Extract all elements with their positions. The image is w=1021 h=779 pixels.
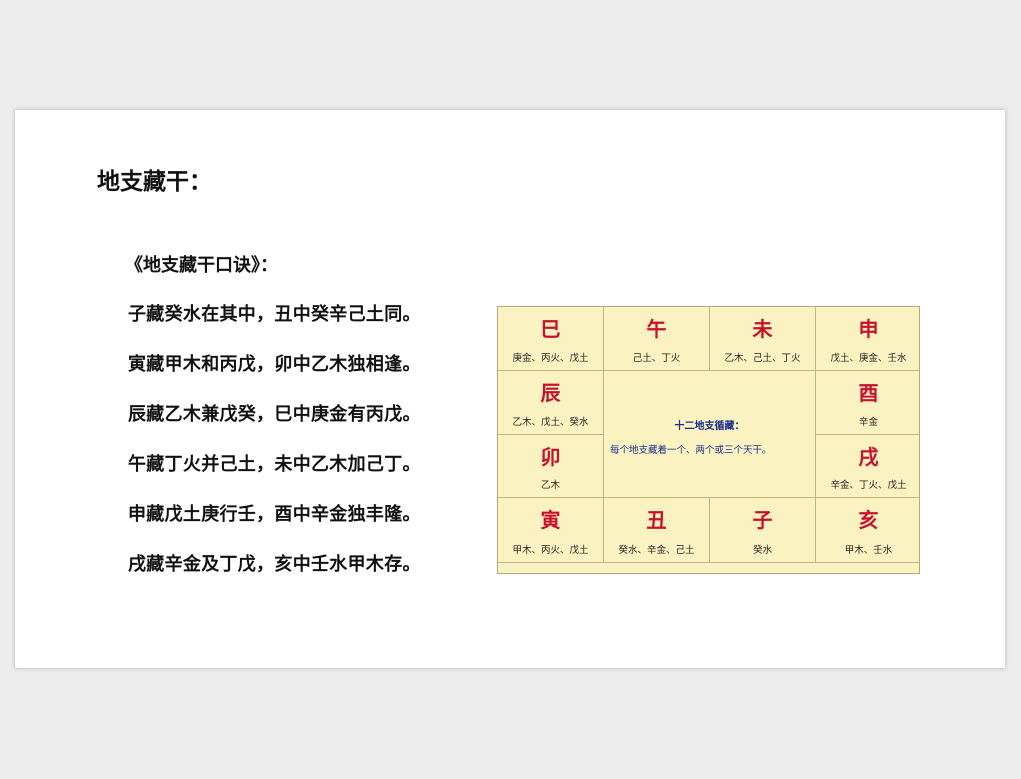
branch-name: 巳: [540, 317, 561, 341]
poem-line: 寅藏甲木和丙戊，卯中乙木独相逢。: [128, 354, 421, 375]
chart-center-note: 十二地支循藏： 每个地支藏着一个、两个或三个天干。: [604, 371, 816, 498]
branch-name: 丑: [646, 508, 667, 532]
branch-cell-chen: 辰 乙木、戊土、癸水: [498, 371, 604, 435]
branch-cell-chou: 丑 癸水、辛金、己土: [604, 498, 710, 563]
hidden-stems: 癸水: [752, 545, 772, 556]
branch-name: 子: [752, 508, 773, 532]
branch-name: 辰: [540, 381, 561, 405]
branch-name: 戌: [858, 445, 879, 469]
branch-cell-shen: 申 戊土、庚金、壬水: [816, 307, 919, 371]
earthly-branches-chart: 巳 庚金、丙火、戊土 午 己土、丁火 未 乙木、己土、丁火 申 戊土、庚金、壬水…: [497, 306, 920, 574]
poem-line: 子藏癸水在其中，丑中癸辛己土同。: [128, 304, 421, 325]
chart-center-description: 每个地支藏着一个、两个或三个天干。: [610, 445, 772, 456]
branch-cell-yin: 寅 甲木、丙火、戊土: [498, 498, 604, 563]
branch-name: 亥: [858, 508, 879, 532]
poem-line: 午藏丁火并己土，未中乙木加己丁。: [128, 454, 421, 475]
hidden-stems: 己土、丁火: [632, 353, 681, 364]
branch-cell-wei: 未 乙木、己土、丁火: [710, 307, 816, 371]
branch-name: 酉: [858, 381, 879, 405]
branch-cell-xu: 戌 辛金、丁火、戊土: [816, 435, 919, 498]
branch-cell-zi: 子 癸水: [710, 498, 816, 563]
hidden-stems: 甲木、壬水: [844, 545, 893, 556]
branch-name: 午: [646, 317, 667, 341]
hidden-stems: 辛金、丁火、戊土: [830, 480, 907, 491]
hidden-stems: 辛金: [858, 417, 878, 428]
slide-heading: 地支藏干：: [97, 169, 212, 195]
hidden-stems: 甲木、丙火、戊土: [512, 545, 589, 556]
poem-line: 戌藏辛金及丁戊，亥中壬水甲木存。: [128, 554, 421, 575]
branch-name: 申: [858, 317, 879, 341]
branch-cell-you: 酉 辛金: [816, 371, 919, 435]
poem-line: 申藏戊土庚行壬，酉中辛金独丰隆。: [128, 504, 421, 525]
hidden-stems: 乙木、己土、丁火: [724, 353, 801, 364]
poem-title: 《地支藏干口诀》：: [125, 255, 278, 276]
branch-cell-si: 巳 庚金、丙火、戊土: [498, 307, 604, 371]
hidden-stems: 乙木: [540, 480, 560, 491]
branch-name: 卯: [540, 445, 561, 469]
hidden-stems: 乙木、戊土、癸水: [512, 417, 589, 428]
branch-cell-hai: 亥 甲木、壬水: [816, 498, 919, 563]
branch-cell-mao: 卯 乙木: [498, 435, 604, 498]
hidden-stems: 癸水、辛金、己土: [618, 545, 695, 556]
slide: 地支藏干： 《地支藏干口诀》： 子藏癸水在其中，丑中癸辛己土同。 寅藏甲木和丙戊…: [15, 110, 1005, 668]
branch-name: 未: [752, 317, 773, 341]
chart-center-title: 十二地支循藏：: [674, 421, 745, 432]
hidden-stems: 戊土、庚金、壬水: [830, 353, 907, 364]
hidden-stems: 庚金、丙火、戊土: [512, 353, 589, 364]
poem-line: 辰藏乙木兼戊癸，巳中庚金有丙戊。: [128, 404, 421, 425]
branch-name: 寅: [540, 508, 561, 532]
branch-cell-wu: 午 己土、丁火: [604, 307, 710, 371]
